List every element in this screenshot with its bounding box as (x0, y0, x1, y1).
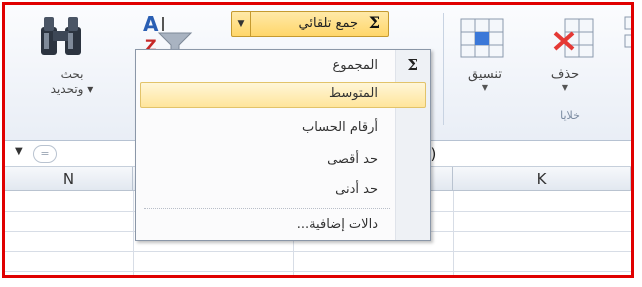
formula-button[interactable]: = (33, 145, 57, 163)
dropdown-arrow-icon: ▾ (83, 82, 94, 96)
menu-separator (144, 208, 390, 209)
menu-item-sum[interactable]: Σ المجموع (140, 54, 426, 80)
format-cells-icon[interactable] (457, 15, 507, 61)
grid-line (5, 271, 631, 272)
menu-item-label: أرقام الحساب (301, 120, 378, 135)
menu-item-label: حد أدنى (335, 182, 378, 197)
menu-item-label: المتوسط (329, 86, 378, 101)
delete-label: حذف (550, 67, 580, 82)
menu-item-max[interactable]: حد أقصى (140, 148, 426, 174)
sigma-icon: Σ (407, 56, 418, 74)
column-header-n[interactable]: N (5, 167, 133, 191)
autosum-menu: Σ المجموع المتوسط أرقام الحساب حد أقصى ح… (135, 49, 431, 241)
menu-item-min[interactable]: حد أدنى (140, 178, 426, 204)
namebox-dropdown-icon[interactable]: ▼ (15, 146, 23, 157)
menu-item-label: دالات إضافية... (296, 217, 378, 232)
grid-line (5, 251, 631, 252)
menu-item-more-functions[interactable]: دالات إضافية... (140, 213, 426, 239)
autosum-label: جمع تلقائي (298, 16, 358, 31)
svg-text:A: A (143, 12, 159, 36)
binoculars-icon[interactable] (35, 13, 87, 59)
insert-cells-icon[interactable] (623, 13, 634, 61)
column-header-k[interactable]: K (453, 167, 631, 191)
grid-line (453, 191, 454, 275)
autosum-dropdown-arrow-icon[interactable]: ▼ (232, 12, 251, 36)
dropdown-arrow-icon: ▼ (561, 83, 569, 92)
menu-item-label: المجموع (332, 58, 378, 73)
group-separator (443, 13, 444, 125)
dropdown-arrow-icon: ▼ (481, 83, 489, 92)
find-select-label[interactable]: بحث ▾ وتحديد (29, 67, 115, 97)
cells-group-label: خلايا (560, 109, 580, 122)
menu-item-average[interactable]: المتوسط (140, 82, 426, 108)
screenshot-frame: A Z بحث ▾ وتحديد ▼ جمع تلقائي Σ تنسيق ▼ … (2, 2, 634, 278)
delete-cells-icon[interactable] (551, 15, 597, 61)
sigma-icon: Σ (368, 13, 380, 32)
menu-item-count-numbers[interactable]: أرقام الحساب (140, 116, 426, 142)
grid-line (133, 191, 134, 275)
find-select-line1: بحث (60, 67, 84, 81)
delete-button[interactable]: حذف ▼ (545, 67, 585, 92)
find-select-line2: وتحديد (50, 82, 84, 96)
format-button[interactable]: تنسيق ▼ (455, 67, 515, 92)
format-label: تنسيق (468, 67, 502, 82)
autosum-button[interactable]: ▼ جمع تلقائي Σ (231, 11, 389, 37)
menu-item-label: حد أقصى (327, 152, 378, 167)
